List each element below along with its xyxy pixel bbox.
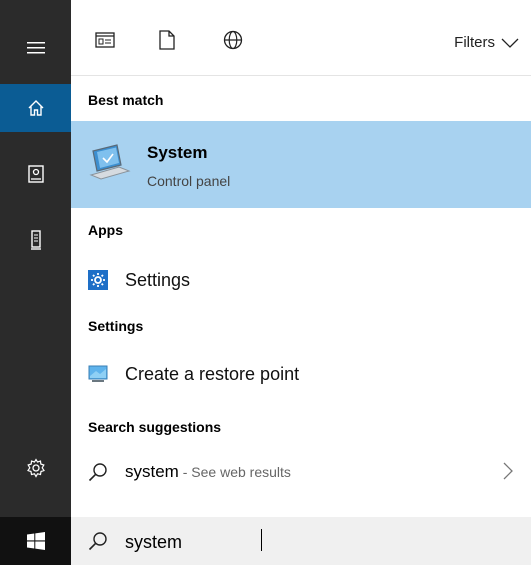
best-match-heading: Best match bbox=[88, 92, 164, 108]
settings-app-label: Settings bbox=[125, 270, 191, 290]
web-icon bbox=[223, 30, 243, 50]
documents-filter-button[interactable] bbox=[155, 28, 179, 52]
search-suggestions-heading: Search suggestions bbox=[88, 419, 222, 435]
best-match-result[interactable]: System Control panel bbox=[71, 121, 531, 208]
search-input[interactable] bbox=[125, 529, 475, 555]
text-caret bbox=[261, 529, 262, 551]
windows-start-icon bbox=[26, 532, 45, 550]
start-rail bbox=[0, 0, 71, 565]
device-button[interactable] bbox=[0, 216, 71, 264]
list-item-settings-app[interactable]: Settings bbox=[71, 260, 531, 300]
home-button[interactable] bbox=[0, 84, 71, 132]
menu-button[interactable] bbox=[0, 24, 71, 72]
chevron-right-icon bbox=[503, 462, 513, 480]
apps-heading: Apps bbox=[88, 222, 123, 238]
list-item-create-restore-point[interactable]: Create a restore point bbox=[71, 354, 531, 394]
search-results-panel: Filters Best match System Control panel … bbox=[71, 0, 531, 565]
suggestion-query: system bbox=[125, 462, 179, 481]
settings-gear-icon bbox=[26, 458, 45, 478]
filters-label: Filters bbox=[454, 34, 495, 51]
notebook-icon bbox=[27, 165, 44, 183]
best-match-subtitle: Control panel bbox=[147, 173, 231, 189]
create-restore-point-label: Create a restore point bbox=[125, 364, 300, 384]
search-icon bbox=[88, 463, 107, 482]
suggestion-hint: - See web results bbox=[178, 464, 291, 480]
settings-heading: Settings bbox=[88, 318, 144, 334]
search-box[interactable] bbox=[71, 517, 531, 565]
settings-button[interactable] bbox=[0, 444, 71, 492]
settings-app-icon bbox=[88, 270, 108, 290]
hamburger-menu-icon bbox=[26, 42, 45, 54]
web-filter-button[interactable] bbox=[221, 28, 245, 52]
notebook-button[interactable] bbox=[0, 150, 71, 198]
start-button[interactable] bbox=[0, 517, 71, 565]
suggestion-text: system - See web results bbox=[125, 462, 291, 482]
chevron-down-icon bbox=[501, 38, 519, 48]
best-match-title: System bbox=[147, 143, 208, 162]
search-icon bbox=[88, 532, 107, 551]
home-icon bbox=[28, 100, 43, 116]
system-computer-icon bbox=[89, 144, 131, 180]
web-suggestion-item[interactable]: system - See web results bbox=[71, 448, 531, 494]
filters-dropdown[interactable]: Filters bbox=[454, 34, 519, 51]
documents-icon bbox=[159, 30, 175, 50]
device-icon bbox=[30, 230, 41, 250]
filter-toolbar: Filters bbox=[71, 0, 531, 76]
apps-icon bbox=[95, 32, 115, 48]
monitor-icon bbox=[88, 365, 108, 382]
apps-filter-button[interactable] bbox=[93, 28, 117, 52]
